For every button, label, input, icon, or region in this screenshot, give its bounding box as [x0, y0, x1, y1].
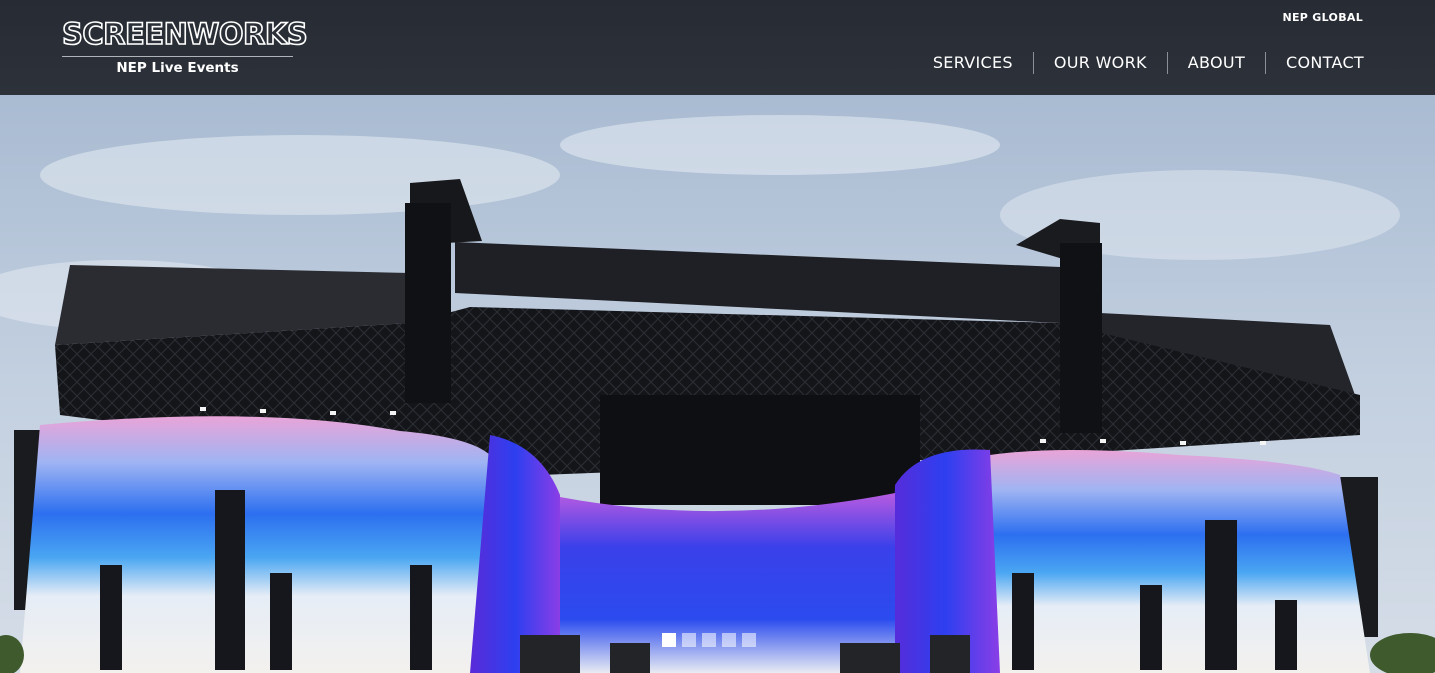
slide-dot-5[interactable]: [742, 633, 756, 647]
nav-our-work[interactable]: OUR WORK: [1032, 52, 1167, 74]
site-header: SCREENWORKS NEP Live Events NEP GLOBAL S…: [0, 0, 1435, 95]
slider-pagination: [662, 633, 756, 647]
slide-dot-1[interactable]: [662, 633, 676, 647]
logo-wordmark: SCREENWORKS: [61, 17, 308, 51]
slide-dot-2[interactable]: [682, 633, 696, 647]
main-nav: SERVICES OUR WORK ABOUT CONTACT: [913, 52, 1364, 74]
hero-stage-image: [0, 95, 1435, 673]
slide-dot-3[interactable]: [702, 633, 716, 647]
logo-subtitle: NEP Live Events: [116, 60, 239, 76]
nav-services[interactable]: SERVICES: [913, 52, 1033, 74]
nav-contact[interactable]: CONTACT: [1265, 52, 1364, 74]
screenworks-logo[interactable]: SCREENWORKS NEP Live Events: [61, 17, 308, 78]
logo-divider: [62, 56, 293, 57]
nep-global-link[interactable]: NEP GLOBAL: [1282, 11, 1363, 25]
hero-slider: [0, 95, 1435, 673]
slide-dot-4[interactable]: [722, 633, 736, 647]
nav-about[interactable]: ABOUT: [1166, 52, 1265, 74]
